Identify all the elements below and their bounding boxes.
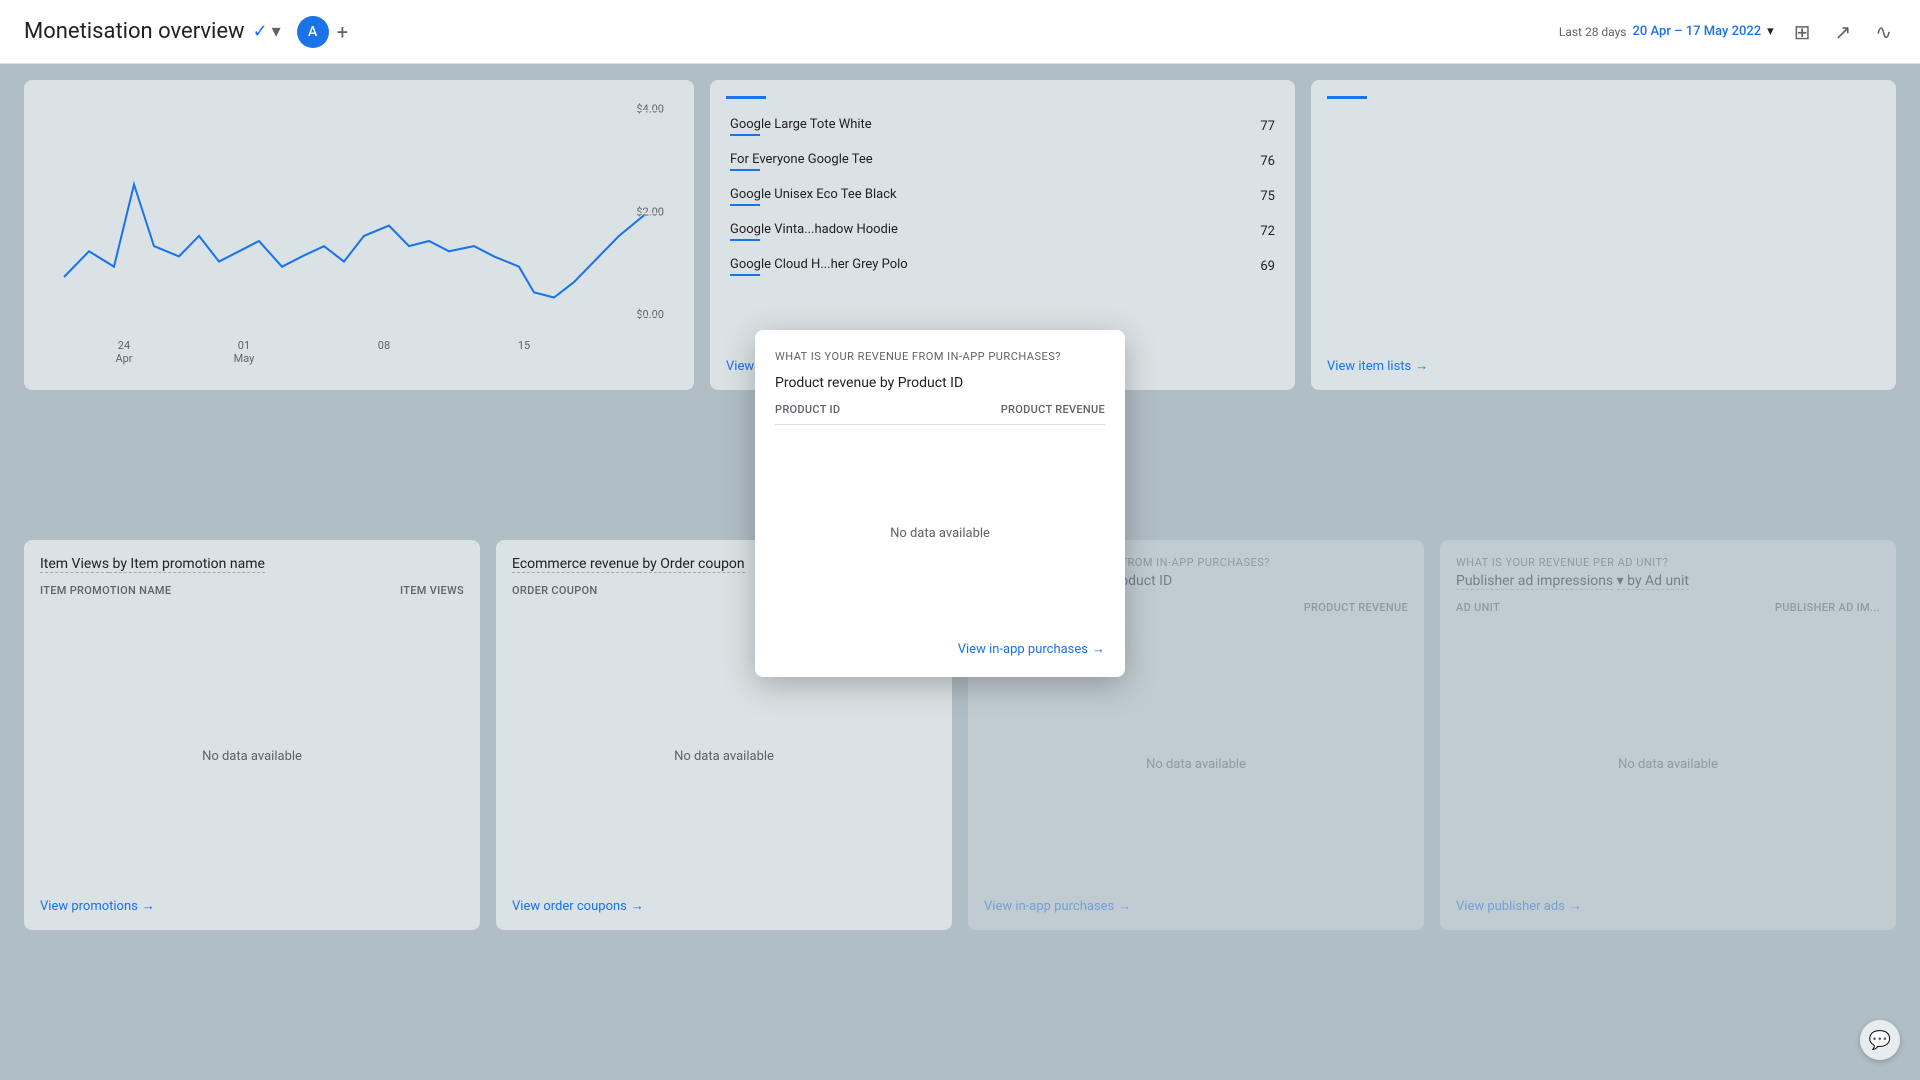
svg-text:$4.00: $4.00 xyxy=(636,102,664,115)
items-table: Google Large Tote White 77 For Everyone … xyxy=(726,109,1279,358)
publisher-question: WHAT IS YOUR REVENUE PER AD UNIT? xyxy=(1456,556,1880,569)
item-value: 76 xyxy=(1219,144,1279,179)
in-app-col2: PRODUCT REVENUE xyxy=(1304,601,1408,614)
coupons-title-suffix: by Order coupon xyxy=(639,556,745,573)
svg-text:Apr: Apr xyxy=(115,352,132,365)
modal-view-link[interactable]: View in-app purchases → xyxy=(775,641,1105,657)
modal-col1: PRODUCT ID xyxy=(775,403,840,416)
avatar[interactable]: A xyxy=(297,16,329,48)
promotions-no-data: No data available xyxy=(40,614,464,898)
page-title: Monetisation overview xyxy=(24,19,245,44)
table-row: Google Unisex Eco Tee Black 75 xyxy=(726,179,1279,214)
arrow-icon: → xyxy=(631,898,644,914)
item-lists-no-data xyxy=(1327,109,1880,358)
item-value: 77 xyxy=(1219,109,1279,144)
view-order-coupons-label: View order coupons xyxy=(512,899,627,914)
promotions-title-suffix: by Item promotion name xyxy=(109,556,265,573)
modal-col-headers: PRODUCT ID PRODUCT REVENUE xyxy=(775,403,1105,425)
view-in-app-label: View in-app purchases xyxy=(984,899,1114,914)
table-row: Google Large Tote White 77 xyxy=(726,109,1279,144)
promotions-card: Item Views by Item promotion name ITEM P… xyxy=(24,540,480,930)
item-name: Google Vinta...hadow Hoodie xyxy=(726,214,1219,249)
share-icon[interactable]: ↗ xyxy=(1830,16,1855,48)
publisher-title-suffix: ▾ by Ad unit xyxy=(1617,573,1689,590)
feedback-icon: 💬 xyxy=(1869,1030,1891,1051)
svg-text:May: May xyxy=(234,352,255,365)
promotions-col2: ITEM VIEWS xyxy=(400,584,464,597)
view-in-app-link[interactable]: View in-app purchases → xyxy=(984,898,1408,914)
item-name: For Everyone Google Tee xyxy=(726,144,1219,179)
item-value: 69 xyxy=(1219,249,1279,284)
view-publisher-ads-link[interactable]: View publisher ads → xyxy=(1456,898,1880,914)
svg-text:08: 08 xyxy=(378,339,390,352)
item-name: Google Large Tote White xyxy=(726,109,1219,144)
publisher-col1: AD UNIT xyxy=(1456,601,1500,614)
svg-text:15: 15 xyxy=(518,339,530,352)
view-item-lists-label: View item lists xyxy=(1327,359,1411,374)
arrow-icon: → xyxy=(1415,358,1428,374)
promotions-col1: ITEM PROMOTION NAME xyxy=(40,584,171,597)
item-value: 75 xyxy=(1219,179,1279,214)
lists-indicator xyxy=(1327,96,1367,99)
check-icon: ✓ xyxy=(253,21,268,42)
publisher-no-data: No data available xyxy=(1456,631,1880,898)
arrow-icon: → xyxy=(1118,898,1131,914)
publisher-title: Publisher ad impressions ▾ by Ad unit xyxy=(1456,573,1880,589)
coupons-title-prefix: Ecommerce revenue xyxy=(512,556,639,573)
svg-text:24: 24 xyxy=(118,339,131,352)
publisher-ads-card: WHAT IS YOUR REVENUE PER AD UNIT? Publis… xyxy=(1440,540,1896,930)
view-publisher-ads-label: View publisher ads xyxy=(1456,899,1565,914)
table-row: Google Vinta...hadow Hoodie 72 xyxy=(726,214,1279,249)
modal-col2: PRODUCT REVENUE xyxy=(1001,403,1105,416)
item-name: Google Unisex Eco Tee Black xyxy=(726,179,1219,214)
view-promotions-label: View promotions xyxy=(40,899,138,914)
modal-view-label: View in-app purchases xyxy=(958,642,1088,657)
header-right: Last 28 days 20 Apr – 17 May 2022 ▾ ⊞ ↗ … xyxy=(1559,16,1896,48)
arrow-icon: → xyxy=(1569,898,1582,914)
in-app-modal: WHAT IS YOUR REVENUE FROM IN-APP PURCHAS… xyxy=(755,330,1125,677)
promotions-title-prefix: Item Views xyxy=(40,556,109,573)
modal-arrow-icon: → xyxy=(1092,641,1105,657)
items-indicator xyxy=(726,96,766,99)
revenue-chart-card: $4.00 $2.00 $0.00 24 Apr 01 May 08 15 xyxy=(24,80,694,390)
trending-icon[interactable]: ∿ xyxy=(1871,16,1896,48)
date-label: Last 28 days xyxy=(1559,25,1627,39)
svg-text:$0.00: $0.00 xyxy=(636,308,664,321)
promotions-title: Item Views by Item promotion name xyxy=(40,556,464,572)
add-icon[interactable]: + xyxy=(337,20,348,44)
svg-text:01: 01 xyxy=(238,339,250,352)
arrow-icon: → xyxy=(142,898,155,914)
revenue-chart: $4.00 $2.00 $0.00 24 Apr 01 May 08 15 xyxy=(24,92,694,390)
date-dropdown-icon[interactable]: ▾ xyxy=(1767,24,1774,39)
view-item-lists-link[interactable]: View item lists → xyxy=(1327,358,1880,374)
publisher-col-headers: AD UNIT PUBLISHER AD IM... xyxy=(1456,601,1880,623)
item-value: 72 xyxy=(1219,214,1279,249)
view-promotions-link[interactable]: View promotions → xyxy=(40,898,464,914)
publisher-col2: PUBLISHER AD IM... xyxy=(1775,601,1880,614)
header: Monetisation overview ✓ ▾ A + Last 28 da… xyxy=(0,0,1920,64)
modal-table-title: Product revenue by Product ID xyxy=(775,375,1105,391)
modal-question: WHAT IS YOUR REVENUE FROM IN-APP PURCHAS… xyxy=(775,350,1105,363)
item-lists-card: View item lists → xyxy=(1311,80,1896,390)
table-row: Google Cloud H...her Grey Polo 69 xyxy=(726,249,1279,284)
modal-no-data: No data available xyxy=(775,433,1105,633)
coupons-col1: ORDER COUPON xyxy=(512,584,598,597)
promotions-col-headers: ITEM PROMOTION NAME ITEM VIEWS xyxy=(40,584,464,606)
date-range-value[interactable]: 20 Apr – 17 May 2022 xyxy=(1633,24,1762,39)
item-name: Google Cloud H...her Grey Polo xyxy=(726,249,1219,284)
table-row: For Everyone Google Tee 76 xyxy=(726,144,1279,179)
view-order-coupons-link[interactable]: View order coupons → xyxy=(512,898,936,914)
svg-text:$2.00: $2.00 xyxy=(636,205,664,218)
dropdown-icon[interactable]: ▾ xyxy=(272,21,281,42)
date-range: Last 28 days 20 Apr – 17 May 2022 ▾ xyxy=(1559,24,1774,39)
feedback-button[interactable]: 💬 xyxy=(1860,1020,1900,1060)
report-icon[interactable]: ⊞ xyxy=(1790,16,1815,48)
publisher-title-prefix: Publisher ad impressions xyxy=(1456,573,1613,590)
